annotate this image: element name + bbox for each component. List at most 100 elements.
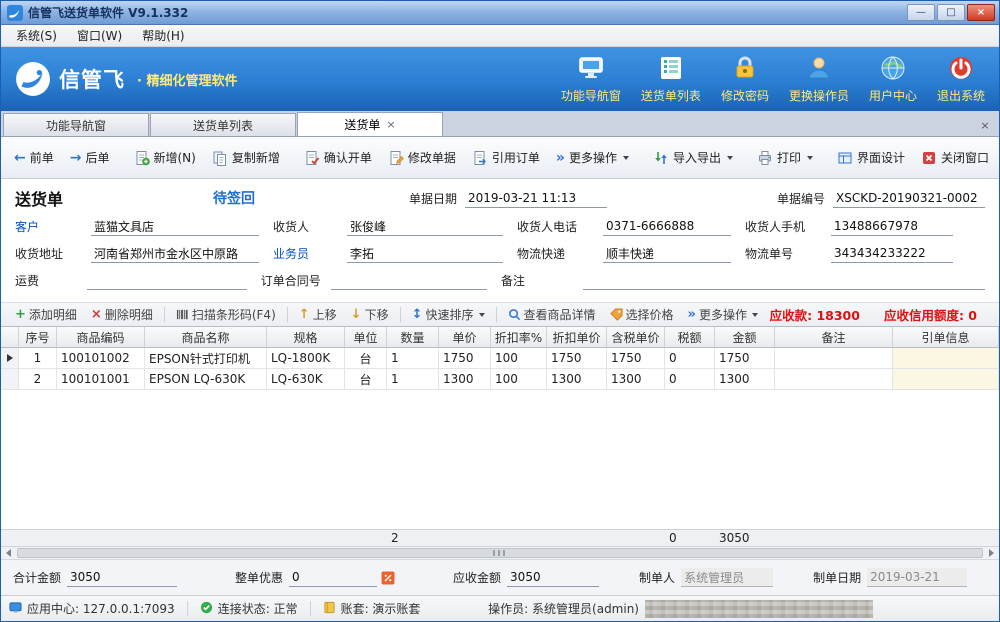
column-header[interactable]: 单价 [439,327,491,348]
customer-input[interactable] [91,217,259,236]
cell[interactable]: 1300 [547,369,607,390]
cell[interactable]: EPSON针式打印机 [145,348,267,369]
column-header[interactable]: 商品名称 [145,327,267,348]
contract-input[interactable] [331,271,487,290]
column-header[interactable]: 单位 [345,327,387,348]
close-button[interactable]: × [967,4,995,21]
edit-doc-button[interactable]: 修改单据 [381,143,463,172]
minimize-button[interactable]: — [907,4,935,21]
banner-change-password-button[interactable]: 修改密码 [721,55,769,104]
tab-delivery-order[interactable]: 送货单 × [297,112,443,136]
cell[interactable]: EPSON LQ-630K [145,369,267,390]
edit-discount-icon[interactable] [381,571,395,585]
receivable-amount-input[interactable] [507,568,599,587]
cell[interactable]: LQ-630K [267,369,345,390]
more-detail-actions-button[interactable]: » 更多操作 [682,304,764,325]
more-actions-button[interactable]: » 更多操作 [549,143,636,172]
cell[interactable]: 100101001 [57,369,145,390]
cell[interactable]: 2 [19,369,57,390]
banner-user-center-button[interactable]: 用户中心 [869,55,917,104]
banner-nav-window-button[interactable]: 功能导航窗 [561,55,621,104]
column-header[interactable]: 序号 [19,327,57,348]
cell[interactable]: 1750 [715,348,775,369]
close-tab-strip-icon[interactable]: × [977,117,993,133]
cell[interactable]: 1750 [607,348,665,369]
ref-order-button[interactable]: 引用订单 [465,143,547,172]
customer-label[interactable]: 客户 [15,218,91,235]
confirm-button[interactable]: 确认开单 [297,143,379,172]
cell[interactable] [775,348,893,369]
cell[interactable]: 1750 [547,348,607,369]
column-header[interactable]: 折扣单价 [547,327,607,348]
print-button[interactable]: 打印 [750,143,820,172]
cell[interactable]: 1 [387,348,439,369]
maximize-button[interactable]: □ [937,4,965,21]
column-header[interactable]: 规格 [267,327,345,348]
cell[interactable] [893,369,999,390]
add-detail-button[interactable]: + 添加明细 [9,304,83,325]
column-header[interactable]: 税额 [665,327,715,348]
tab-close-icon[interactable]: × [386,118,395,131]
salesman-label[interactable]: 业务员 [273,245,347,262]
column-header[interactable]: 引单信息 [893,327,999,348]
table-row[interactable]: 1 100101002 EPSON针式打印机 LQ-1800K 台 1 1750… [1,348,999,369]
doc-date-input[interactable] [465,189,607,208]
cell[interactable]: 1300 [715,369,775,390]
cell[interactable]: 0 [665,348,715,369]
horizontal-scrollbar[interactable] [1,546,999,559]
menu-system[interactable]: 系统(S) [7,25,66,46]
import-export-button[interactable]: 导入导出 [646,143,740,172]
banner-change-operator-button[interactable]: 更换操作员 [789,55,849,104]
choose-price-button[interactable]: 选择价格 [604,304,680,325]
move-down-button[interactable]: ↓ 下移 [345,304,395,325]
scroll-right-icon[interactable] [984,547,999,559]
salesman-input[interactable] [347,244,503,263]
menu-help[interactable]: 帮助(H) [133,25,193,46]
ui-design-button[interactable]: 界面设计 [830,143,912,172]
phone-input[interactable] [603,217,731,236]
move-up-button[interactable]: ↑ 上移 [293,304,343,325]
discount-input[interactable] [289,568,377,587]
cell[interactable]: 1300 [607,369,665,390]
row-selector[interactable] [1,369,19,390]
splitter-grip-icon[interactable] [493,550,507,556]
cell[interactable]: 台 [345,348,387,369]
express-input[interactable] [603,244,731,263]
cell[interactable]: 0 [665,369,715,390]
column-header[interactable]: 备注 [775,327,893,348]
scroll-left-icon[interactable] [1,547,16,559]
cell[interactable] [775,369,893,390]
close-window-button[interactable]: 关闭窗口 [914,143,996,172]
banner-exit-button[interactable]: 退出系统 [937,55,985,104]
address-input[interactable] [91,244,259,263]
copy-new-button[interactable]: 复制新增 [205,143,287,172]
cell[interactable]: LQ-1800K [267,348,345,369]
column-header[interactable]: 折扣率% [491,327,547,348]
prev-doc-button[interactable]: ← 前单 [7,143,61,172]
column-header[interactable]: 金额 [715,327,775,348]
receiver-input[interactable] [347,217,503,236]
column-header[interactable]: 商品编码 [57,327,145,348]
delete-detail-button[interactable]: × 删除明细 [85,304,159,325]
tab-delivery-list[interactable]: 送货单列表 [150,113,296,136]
cell[interactable]: 1 [387,369,439,390]
column-header[interactable]: 数量 [387,327,439,348]
total-amount-input[interactable] [67,568,177,587]
banner-delivery-list-button[interactable]: 送货单列表 [641,55,701,104]
next-doc-button[interactable]: → 后单 [63,143,117,172]
cell[interactable]: 100 [491,369,547,390]
cell[interactable] [893,348,999,369]
cell[interactable]: 1 [19,348,57,369]
tab-nav-window[interactable]: 功能导航窗 [3,113,149,136]
cell[interactable]: 100 [491,348,547,369]
quick-sort-button[interactable]: ↕ 快速排序 [406,304,491,325]
column-header[interactable]: 含税单价 [607,327,665,348]
row-selector[interactable] [1,348,19,369]
cell[interactable]: 100101002 [57,348,145,369]
cell[interactable]: 1750 [439,348,491,369]
tracking-input[interactable] [831,244,953,263]
menu-window[interactable]: 窗口(W) [68,25,131,46]
cell[interactable]: 1300 [439,369,491,390]
new-button[interactable]: 新增(N) [127,143,203,172]
mobile-input[interactable] [831,217,953,236]
